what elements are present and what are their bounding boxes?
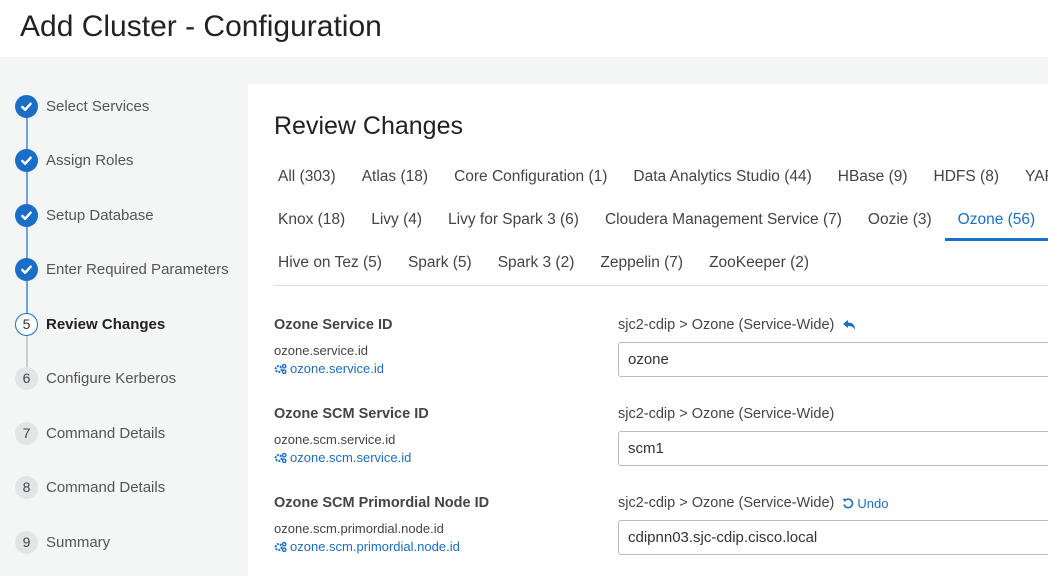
tab[interactable]: All (303)	[265, 168, 349, 198]
main-panel: Review Changes All (303) Atlas (18) Core C…	[248, 84, 1048, 576]
divider	[274, 285, 1048, 286]
property-link[interactable]: ozone.scm.primordial.node.id	[274, 539, 489, 554]
page-title: Add Cluster - Configuration	[20, 10, 382, 43]
section-title: Review Changes	[274, 112, 463, 140]
property-name: Ozone SCM Primordial Node ID	[274, 495, 490, 511]
wizard-steps: Select Services Assign Roles Setup Databas…	[0, 57, 248, 576]
tab[interactable]: Atlas (18)	[349, 168, 441, 198]
tab[interactable]: Livy (4)	[358, 211, 435, 241]
step-label: Assign Roles	[46, 151, 134, 169]
property-key: ozone.service.id	[274, 343, 368, 358]
wizard-step[interactable]: 5 Review Changes	[15, 312, 165, 336]
check-icon	[20, 154, 33, 167]
property-scope: sjc2-cdip > Ozone (Service-Wide)	[618, 317, 856, 333]
title-bar: Add Cluster - Configuration	[0, 0, 1048, 57]
tab[interactable]: Spark (5)	[395, 254, 485, 284]
property-value-input[interactable]: cdipnn03.sjc-cdip.cisco.local	[618, 520, 1048, 555]
property-value-input[interactable]: scm1	[618, 431, 1048, 466]
step-label: Command Details	[46, 424, 166, 442]
wizard-step[interactable]: Enter Required Parameters	[15, 257, 229, 281]
tab[interactable]: ZooKeeper (2)	[696, 254, 822, 284]
tab[interactable]: Spark 3 (2)	[485, 254, 588, 284]
tab[interactable]: Oozie (3)	[855, 211, 945, 241]
property-link[interactable]: ozone.scm.service.id	[274, 450, 429, 465]
step-indicator: 6	[15, 366, 38, 390]
step-label: Review Changes	[46, 315, 166, 333]
property-value: scm1	[628, 440, 664, 457]
wizard-step[interactable]: 7 Command Details	[15, 421, 165, 445]
step-label: Configure Kerberos	[46, 369, 177, 387]
tab[interactable]: Hive on Tez (5)	[265, 254, 395, 284]
wizard-step[interactable]: 8 Command Details	[15, 475, 165, 499]
step-indicator	[15, 94, 38, 118]
undo-icon	[842, 497, 854, 509]
step-indicator	[15, 203, 38, 227]
check-icon	[20, 263, 33, 276]
property-value: ozone	[628, 351, 669, 368]
property-value-input[interactable]: ozone	[618, 342, 1048, 377]
tab[interactable]: Ozone (56)	[944, 211, 1048, 241]
undo-button[interactable]: Undo	[842, 496, 888, 511]
step-indicator: 5	[15, 312, 38, 336]
step-indicator	[15, 257, 38, 281]
check-icon	[20, 100, 33, 113]
step-label: Enter Required Parameters	[46, 260, 229, 278]
property-scope: sjc2-cdip > Ozone (Service-Wide) Undo	[618, 495, 889, 511]
wizard-step[interactable]: Setup Database	[15, 203, 154, 227]
wizard-step[interactable]: Select Services	[15, 94, 149, 118]
check-icon	[20, 209, 33, 222]
tab[interactable]: Cloudera Management Service (7)	[592, 211, 855, 241]
wizard-step[interactable]: 6 Configure Kerberos	[15, 366, 176, 390]
property-link[interactable]: ozone.service.id	[274, 361, 392, 376]
tab[interactable]: Knox (18)	[265, 211, 358, 241]
tab[interactable]: Data Analytics Studio (44)	[620, 168, 824, 198]
tab[interactable]: Zeppelin (7)	[587, 254, 696, 284]
step-label: Setup Database	[46, 206, 154, 224]
property-key: ozone.scm.service.id	[274, 432, 396, 447]
tab[interactable]: HBase (9)	[825, 168, 921, 198]
property-info: Ozone SCM Primordial Node ID ozone.scm.p…	[274, 495, 489, 554]
property-info: Ozone Service ID ozone.service.id ozone.…	[274, 317, 392, 376]
step-indicator: 8	[15, 475, 38, 499]
property-info: Ozone SCM Service ID ozone.scm.service.i…	[274, 406, 429, 465]
property-value: cdipnn03.sjc-cdip.cisco.local	[628, 529, 818, 546]
tab[interactable]: Core Configuration (1)	[441, 168, 620, 198]
property-name: Ozone SCM Service ID	[274, 406, 429, 422]
tab-row: All (303) Atlas (18) Core Configuration (1…	[265, 168, 1048, 198]
gears-icon	[274, 363, 287, 375]
wizard-step[interactable]: 9 Summary	[15, 530, 110, 554]
tab-row: Knox (18) Livy (4) Livy for Spark 3 (6) Clo…	[265, 211, 1048, 241]
wizard-step[interactable]: Assign Roles	[15, 148, 134, 172]
property-name: Ozone Service ID	[274, 317, 393, 333]
tab[interactable]: Livy for Spark 3 (6)	[435, 211, 592, 241]
step-label: Command Details	[46, 478, 166, 496]
step-label: Summary	[46, 533, 111, 551]
gears-icon	[274, 541, 287, 553]
gears-icon	[274, 452, 287, 464]
property-scope: sjc2-cdip > Ozone (Service-Wide)	[618, 406, 835, 422]
step-indicator: 7	[15, 421, 38, 445]
tab[interactable]: HDFS (8)	[921, 168, 1012, 198]
revert-icon[interactable]	[842, 319, 856, 331]
tab[interactable]: YARN (	[1012, 168, 1048, 198]
step-indicator	[15, 148, 38, 172]
step-label: Select Services	[46, 97, 150, 115]
step-indicator: 9	[15, 530, 38, 554]
tab-row: Hive on Tez (5) Spark (5) Spark 3 (2) Zeppe…	[265, 254, 822, 284]
property-key: ozone.scm.primordial.node.id	[274, 521, 444, 536]
